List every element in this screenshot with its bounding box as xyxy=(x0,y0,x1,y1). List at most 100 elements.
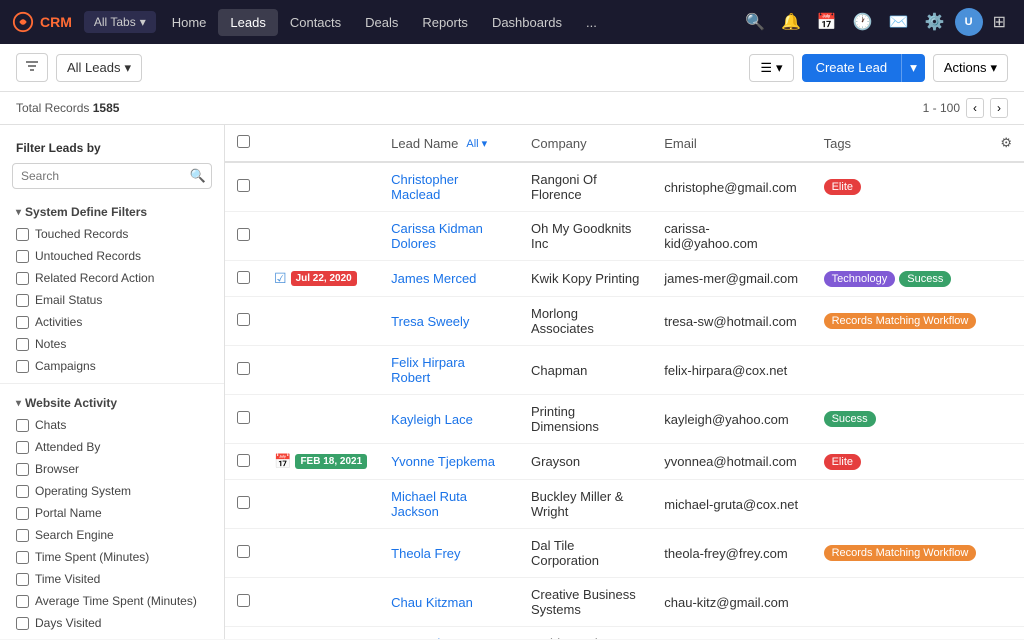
filter-item-email-status[interactable]: Email Status xyxy=(0,289,224,311)
row-checkbox[interactable] xyxy=(237,179,250,192)
row-checkbox-cell xyxy=(225,444,262,480)
lead-name-link[interactable]: Christopher Maclead xyxy=(391,172,458,202)
filter-checkbox[interactable] xyxy=(16,338,29,351)
filter-checkbox[interactable] xyxy=(16,463,29,476)
filter-checkbox[interactable] xyxy=(16,228,29,241)
filter-item-operating-system[interactable]: Operating System xyxy=(0,480,224,502)
filter-item-time-spent-minutes[interactable]: Time Spent (Minutes) xyxy=(0,546,224,568)
filter-checkbox[interactable] xyxy=(16,360,29,373)
create-lead-dropdown-button[interactable]: ▾ xyxy=(901,54,925,82)
email-cell: christophe@gmail.com xyxy=(652,162,811,212)
create-lead-button[interactable]: Create Lead xyxy=(802,54,902,82)
lead-name-link[interactable]: James Merced xyxy=(391,271,476,286)
filter-checkbox[interactable] xyxy=(16,250,29,263)
grid-icon-button[interactable]: ⊞ xyxy=(987,8,1012,36)
website-activity-section-header[interactable]: ▾ Website Activity xyxy=(0,390,224,414)
total-records-text: Total Records 1585 xyxy=(16,101,119,115)
nav-item-leads[interactable]: Leads xyxy=(218,9,277,36)
lead-name-link[interactable]: Yvonne Tjepkema xyxy=(391,454,495,469)
lead-name-all-filter[interactable]: All ▾ xyxy=(466,137,487,150)
row-checkbox[interactable] xyxy=(237,545,250,558)
filter-checkbox[interactable] xyxy=(16,272,29,285)
crm-logo[interactable]: CRM xyxy=(12,11,72,33)
tags-header: Tags xyxy=(812,125,989,162)
row-checkbox[interactable] xyxy=(237,594,250,607)
filter-item-portal-name[interactable]: Portal Name xyxy=(0,502,224,524)
select-all-checkbox-header[interactable] xyxy=(225,125,262,162)
filter-checkbox[interactable] xyxy=(16,573,29,586)
filter-item-browser[interactable]: Browser xyxy=(0,458,224,480)
email-icon-button[interactable]: ✉️ xyxy=(883,8,915,36)
filter-item-attended-by[interactable]: Attended By xyxy=(0,436,224,458)
calendar-icon-button[interactable]: 📅 xyxy=(811,8,843,36)
filter-item-average-time-spent-minutes[interactable]: Average Time Spent (Minutes) xyxy=(0,590,224,612)
all-leads-button[interactable]: All Leads ▾ xyxy=(56,54,142,82)
filter-checkbox[interactable] xyxy=(16,507,29,520)
next-page-button[interactable]: › xyxy=(990,98,1008,118)
lead-name-link[interactable]: Theola Frey xyxy=(391,546,460,561)
filter-checkbox[interactable] xyxy=(16,419,29,432)
all-tabs-button[interactable]: All Tabs ▾ xyxy=(84,11,156,33)
nav-item-...[interactable]: ... xyxy=(574,9,609,36)
row-checkbox[interactable] xyxy=(237,313,250,326)
select-all-checkbox[interactable] xyxy=(237,135,250,148)
filter-checkbox[interactable] xyxy=(16,294,29,307)
lead-name-link[interactable]: Michael Ruta Jackson xyxy=(391,489,467,519)
lead-name-link[interactable]: Carissa Kidman Dolores xyxy=(391,221,483,251)
row-checkbox[interactable] xyxy=(237,496,250,509)
search-icon-button[interactable]: 🔍 xyxy=(739,8,771,36)
filter-checkbox[interactable] xyxy=(16,595,29,608)
bell-icon-button[interactable]: 🔔 xyxy=(775,8,807,36)
nav-item-home[interactable]: Home xyxy=(160,9,219,36)
filter-item-search-engine[interactable]: Search Engine xyxy=(0,524,224,546)
tags-cell: Elite xyxy=(812,162,989,212)
filter-item-touched-records[interactable]: Touched Records xyxy=(0,223,224,245)
filter-item-untouched-records[interactable]: Untouched Records xyxy=(0,245,224,267)
filter-icon-button[interactable] xyxy=(16,53,48,82)
system-filters-section-header[interactable]: ▾ System Define Filters xyxy=(0,199,224,223)
filter-item-time-visited[interactable]: Time Visited xyxy=(0,568,224,590)
filter-checkbox[interactable] xyxy=(16,529,29,542)
filter-checkbox[interactable] xyxy=(16,316,29,329)
filter-checkbox[interactable] xyxy=(16,485,29,498)
row-checkbox[interactable] xyxy=(237,411,250,424)
filter-item-activities[interactable]: Activities xyxy=(0,311,224,333)
filter-checkbox[interactable] xyxy=(16,441,29,454)
row-checkbox[interactable] xyxy=(237,228,250,241)
lead-name-link[interactable]: Felix Hirpara Robert xyxy=(391,355,465,385)
nav-item-dashboards[interactable]: Dashboards xyxy=(480,9,574,36)
column-settings-icon[interactable]: ⚙ xyxy=(1000,135,1012,150)
filter-item-notes[interactable]: Notes xyxy=(0,333,224,355)
nav-item-reports[interactable]: Reports xyxy=(410,9,480,36)
row-checkbox[interactable] xyxy=(237,362,250,375)
view-toggle-button[interactable]: ☰ ▾ xyxy=(749,54,793,82)
search-input[interactable] xyxy=(12,163,212,189)
filter-checkbox[interactable] xyxy=(16,617,29,630)
user-avatar[interactable]: U xyxy=(955,8,983,36)
lead-name-header[interactable]: Lead Name All ▾ xyxy=(379,125,519,162)
row-checkbox[interactable] xyxy=(237,271,250,284)
filter-item-campaigns[interactable]: Campaigns xyxy=(0,355,224,377)
filter-item-chats[interactable]: Chats xyxy=(0,414,224,436)
filter-item-label: Average Time Spent (Minutes) xyxy=(35,594,197,608)
filter-item-label: Search Engine xyxy=(35,528,114,542)
row-checkbox[interactable] xyxy=(237,454,250,467)
lead-name-link[interactable]: Tresa Sweely xyxy=(391,314,469,329)
lead-name-link[interactable]: Sage Wieser James xyxy=(391,636,465,639)
lead-name-link[interactable]: Kayleigh Lace xyxy=(391,412,473,427)
filter-item-label: Browser xyxy=(35,462,79,476)
clock-icon-button[interactable]: 🕐 xyxy=(847,8,879,36)
lead-name-cell: Yvonne Tjepkema xyxy=(379,444,519,480)
chevron-down-icon: ▾ xyxy=(990,60,997,76)
nav-item-contacts[interactable]: Contacts xyxy=(278,9,353,36)
actions-button[interactable]: Actions ▾ xyxy=(933,54,1008,82)
prev-page-button[interactable]: ‹ xyxy=(966,98,984,118)
column-settings-header[interactable]: ⚙ xyxy=(988,125,1024,162)
nav-item-deals[interactable]: Deals xyxy=(353,9,410,36)
lead-name-cell: Kayleigh Lace xyxy=(379,395,519,444)
lead-name-link[interactable]: Chau Kitzman xyxy=(391,595,473,610)
filter-item-days-visited[interactable]: Days Visited xyxy=(0,612,224,634)
filter-checkbox[interactable] xyxy=(16,551,29,564)
settings-icon-button[interactable]: ⚙️ xyxy=(919,8,951,36)
filter-item-related-record-action[interactable]: Related Record Action xyxy=(0,267,224,289)
